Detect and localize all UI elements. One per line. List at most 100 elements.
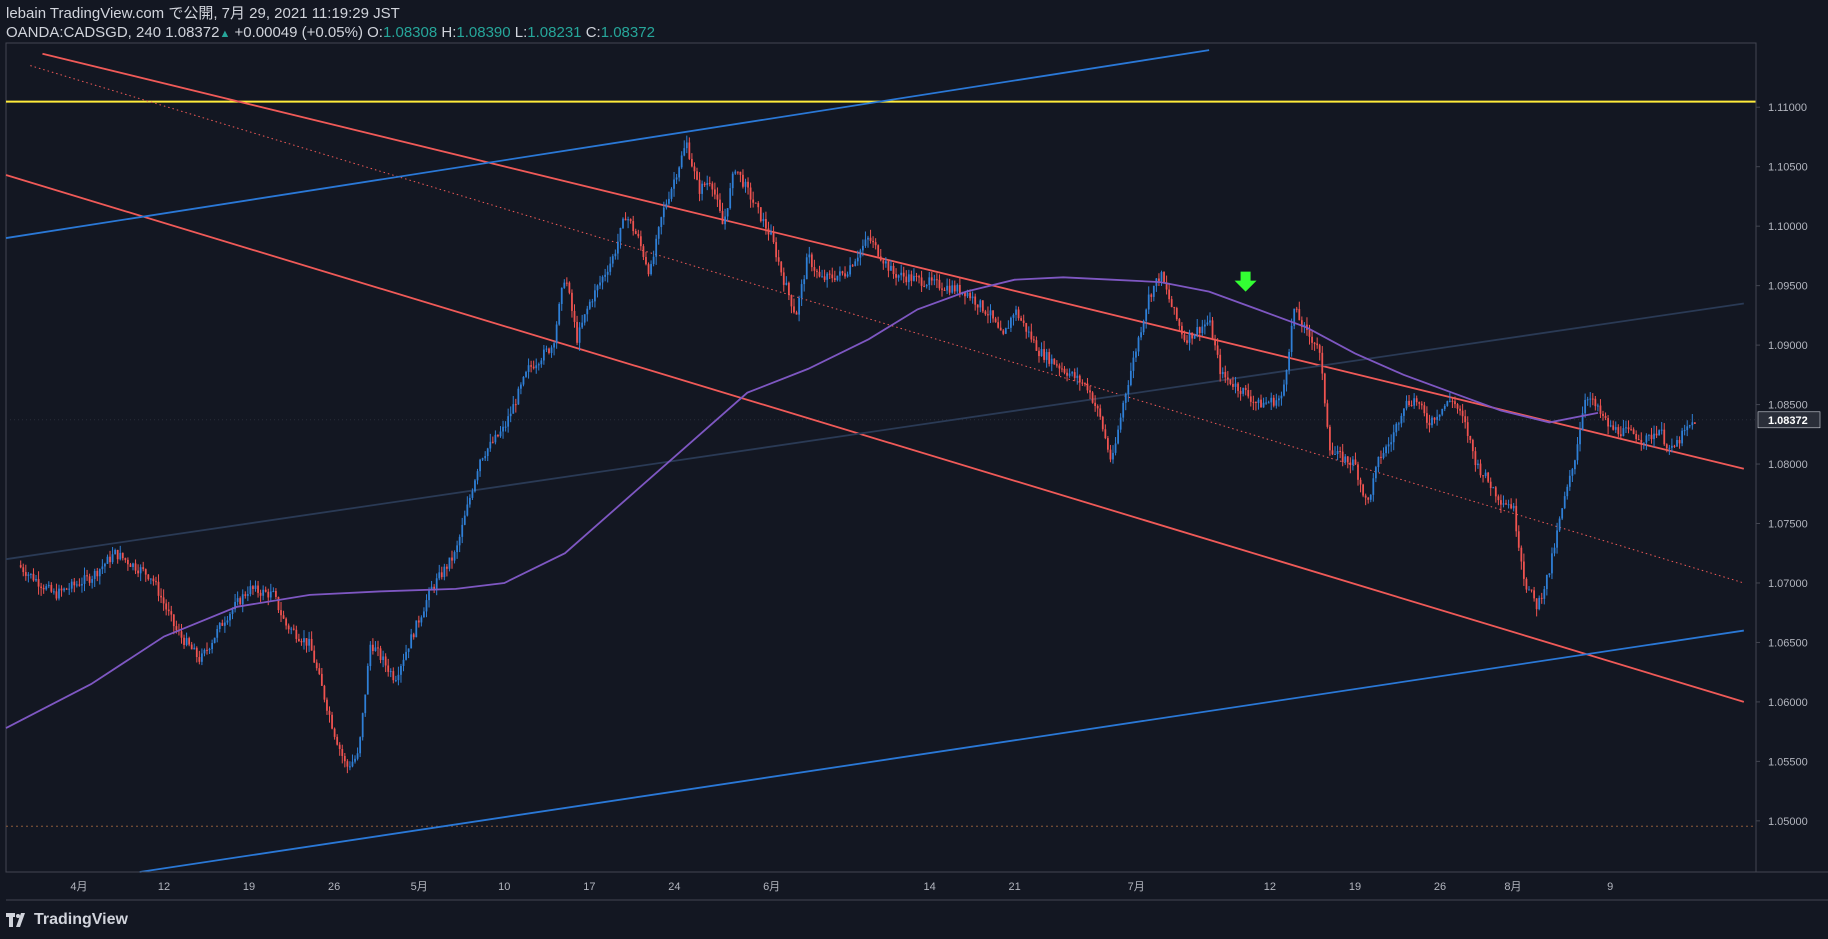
candle-body xyxy=(349,766,351,768)
candle-body xyxy=(1364,495,1367,498)
candle-body xyxy=(1413,398,1416,406)
candle-body xyxy=(1076,375,1079,378)
candle-body xyxy=(338,744,341,750)
candle-body xyxy=(333,728,336,737)
candle-body xyxy=(839,271,841,276)
candle-body xyxy=(1078,375,1081,383)
y-tick-label: 1.09000 xyxy=(1768,340,1808,352)
candle-body xyxy=(405,651,407,660)
drawing-layer[interactable] xyxy=(5,49,1756,873)
candle-body xyxy=(581,322,584,328)
candle-body xyxy=(522,376,525,385)
x-tick-label: 9 xyxy=(1607,881,1613,893)
candle-body xyxy=(892,265,895,275)
candle-body xyxy=(1346,456,1349,463)
marker-layer xyxy=(1234,271,1257,292)
candle-body xyxy=(109,556,111,563)
price-chart[interactable]: 1.11000 1.10500 1.10000 1.09500 1.09000 1.085… xyxy=(0,0,1828,939)
candle-body xyxy=(953,285,956,292)
candle-body xyxy=(320,673,323,686)
candle-body xyxy=(1027,331,1030,333)
candle-body xyxy=(861,245,864,251)
y-tick-label: 1.05000 xyxy=(1768,816,1808,828)
candle-body xyxy=(997,322,1000,328)
low-label: L: xyxy=(514,24,528,41)
candle-body xyxy=(249,586,252,595)
candle-body xyxy=(925,284,928,287)
candle-body xyxy=(1163,272,1165,283)
candle-body xyxy=(1209,320,1211,323)
candle-body xyxy=(535,365,538,369)
candle-body xyxy=(1500,500,1502,505)
y-tick-label: 1.05500 xyxy=(1768,756,1808,768)
candle-body xyxy=(1336,450,1339,454)
candle-body xyxy=(757,203,760,208)
candle-body xyxy=(40,586,43,588)
candle-body xyxy=(1658,430,1661,436)
candle-body xyxy=(971,296,974,299)
candle-body xyxy=(305,638,308,646)
candle-body xyxy=(1614,427,1617,430)
candle-body xyxy=(1084,382,1086,384)
candle-body xyxy=(1262,402,1265,408)
x-tick-label: 12 xyxy=(158,881,170,893)
candle-body xyxy=(601,276,604,283)
candle-body xyxy=(1122,402,1125,418)
candle-body xyxy=(83,575,86,584)
candle-body xyxy=(708,182,711,184)
candle-body xyxy=(1556,530,1558,548)
candle-body xyxy=(1385,446,1387,454)
candle-body xyxy=(713,189,716,195)
candle-body xyxy=(642,246,645,257)
candle-body xyxy=(989,310,992,316)
candle-body xyxy=(1193,334,1196,339)
candle-body xyxy=(30,573,32,575)
candle-body xyxy=(1533,590,1535,599)
candle-body xyxy=(1438,414,1441,417)
candle-body xyxy=(1579,430,1581,445)
candle-body xyxy=(627,219,629,221)
candle-body xyxy=(1086,383,1089,391)
candle-body xyxy=(152,578,155,582)
candle-body xyxy=(351,761,354,767)
candle-body xyxy=(721,210,724,225)
candle-body xyxy=(770,232,772,235)
candle-body xyxy=(1428,422,1431,426)
y-tick-label: 1.10500 xyxy=(1768,162,1808,174)
candle-body xyxy=(872,240,874,243)
x-tick-label: 19 xyxy=(243,881,255,893)
candle-body xyxy=(1020,318,1023,321)
candle-body xyxy=(1474,451,1477,466)
candle-body xyxy=(343,755,346,762)
candle-body xyxy=(879,256,882,261)
candle-body xyxy=(280,610,282,616)
symbol-text[interactable]: OANDA:CADSGD, 240 xyxy=(6,24,161,41)
candle-body xyxy=(1132,357,1135,371)
candle-body xyxy=(1329,426,1331,451)
candle-body xyxy=(958,284,961,294)
candle-body xyxy=(629,219,632,222)
candle-body xyxy=(155,581,157,583)
candle-body xyxy=(1477,463,1479,466)
candle-body xyxy=(851,265,854,267)
candle-body xyxy=(1239,390,1242,394)
candle-body xyxy=(1681,430,1684,444)
candle-body xyxy=(719,199,721,211)
x-tick-label: 5月 xyxy=(411,881,428,893)
candle-body xyxy=(777,257,780,262)
candle-body xyxy=(1091,392,1094,403)
candle-body xyxy=(678,167,681,178)
candle-body xyxy=(1242,387,1245,394)
candle-body xyxy=(1420,403,1423,406)
candle-body xyxy=(1053,358,1056,365)
candle-body xyxy=(1234,383,1237,387)
candle-body xyxy=(1124,393,1127,403)
candle-body xyxy=(341,749,344,756)
trend-line xyxy=(5,302,1744,561)
candle-body xyxy=(297,638,300,642)
candle-body xyxy=(1530,589,1533,591)
candle-body xyxy=(433,586,436,589)
candle-body xyxy=(1127,385,1130,394)
candle-body xyxy=(1150,294,1153,297)
candle-body xyxy=(864,239,867,246)
